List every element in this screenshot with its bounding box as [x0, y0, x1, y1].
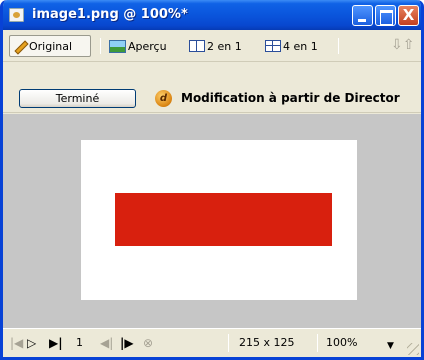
tab-2-en-1[interactable]: 2 en 1 [186, 35, 256, 57]
previous-frame-icon[interactable]: ◀| [100, 335, 113, 351]
done-button[interactable]: Terminé [19, 89, 136, 108]
status-bar: |◀ ▷ ▶| 1 ◀| |▶ ⊗ 215 x 125 100% ▼ [3, 328, 421, 357]
toolbar-separator [100, 38, 101, 54]
tab-original-label: Original [29, 39, 73, 53]
view-toolbar: Original Aperçu 2 en 1 4 en 1 ⇩⇧ [3, 30, 421, 62]
stop-icon[interactable]: ⊗ [143, 335, 153, 351]
zoom-dropdown-icon[interactable]: ▼ [387, 338, 394, 354]
split-2-icon [189, 40, 205, 52]
director-edit-label: Modification à partir de Director [181, 91, 400, 105]
minimize-button[interactable] [352, 5, 373, 26]
tab-2-en-1-label: 2 en 1 [207, 39, 242, 53]
window-title: image1.png @ 100%* [32, 7, 188, 22]
fireworks-doc-icon [9, 8, 24, 22]
document-page[interactable] [81, 140, 357, 300]
split-4-icon [265, 40, 281, 52]
tab-4-en-1[interactable]: 4 en 1 [262, 35, 332, 57]
play-icon[interactable]: ▷ [27, 335, 36, 351]
status-separator [228, 334, 229, 352]
swap-arrows-icon: ⇩⇧ [391, 37, 415, 53]
tab-original[interactable]: Original [9, 35, 91, 57]
title-bar[interactable]: image1.png @ 100%* X [3, 0, 421, 30]
tab-apercu-label: Aperçu [128, 39, 167, 53]
director-icon: d [155, 90, 172, 107]
frame-number[interactable]: 1 [76, 335, 83, 351]
first-frame-icon[interactable]: |◀ [10, 335, 23, 351]
tab-apercu[interactable]: Aperçu [106, 35, 184, 57]
resize-grip-icon[interactable] [407, 343, 419, 355]
image-size: 215 x 125 [239, 336, 295, 349]
canvas-area[interactable] [3, 114, 421, 328]
document-window: image1.png @ 100%* X Original Aperçu 2 e… [0, 0, 424, 360]
zoom-level[interactable]: 100% [326, 335, 357, 351]
last-frame-icon[interactable]: ▶| [49, 335, 63, 351]
edit-toolbar: Terminé d Modification à partir de Direc… [3, 85, 421, 113]
tab-4-en-1-label: 4 en 1 [283, 39, 318, 53]
toolbar-spacer [3, 63, 421, 85]
preview-icon [109, 39, 126, 53]
close-button[interactable]: X [398, 5, 419, 26]
red-rectangle-shape[interactable] [115, 193, 332, 246]
next-frame-icon[interactable]: |▶ [120, 335, 134, 351]
toolbar-separator [338, 38, 339, 54]
pencil-icon [13, 39, 27, 53]
status-separator [317, 334, 318, 352]
close-icon: X [402, 6, 415, 24]
maximize-button[interactable] [375, 5, 396, 26]
